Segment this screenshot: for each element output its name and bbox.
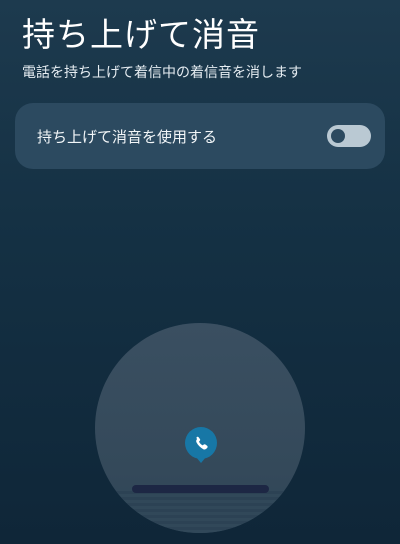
phone-device: [132, 485, 269, 493]
phone-icon: [185, 427, 217, 463]
table-surface: [95, 491, 305, 533]
lift-to-mute-toggle[interactable]: [327, 125, 371, 147]
toggle-knob: [331, 129, 345, 143]
setting-label: 持ち上げて消音を使用する: [37, 128, 218, 146]
page-subtitle: 電話を持ち上げて着信中の着信音を消します: [22, 65, 302, 81]
lift-to-mute-setting-row[interactable]: 持ち上げて消音を使用する: [15, 103, 385, 169]
lift-to-mute-illustration: [95, 323, 305, 533]
incoming-call-badge: [182, 426, 220, 464]
page-title: 持ち上げて消音: [22, 15, 260, 54]
